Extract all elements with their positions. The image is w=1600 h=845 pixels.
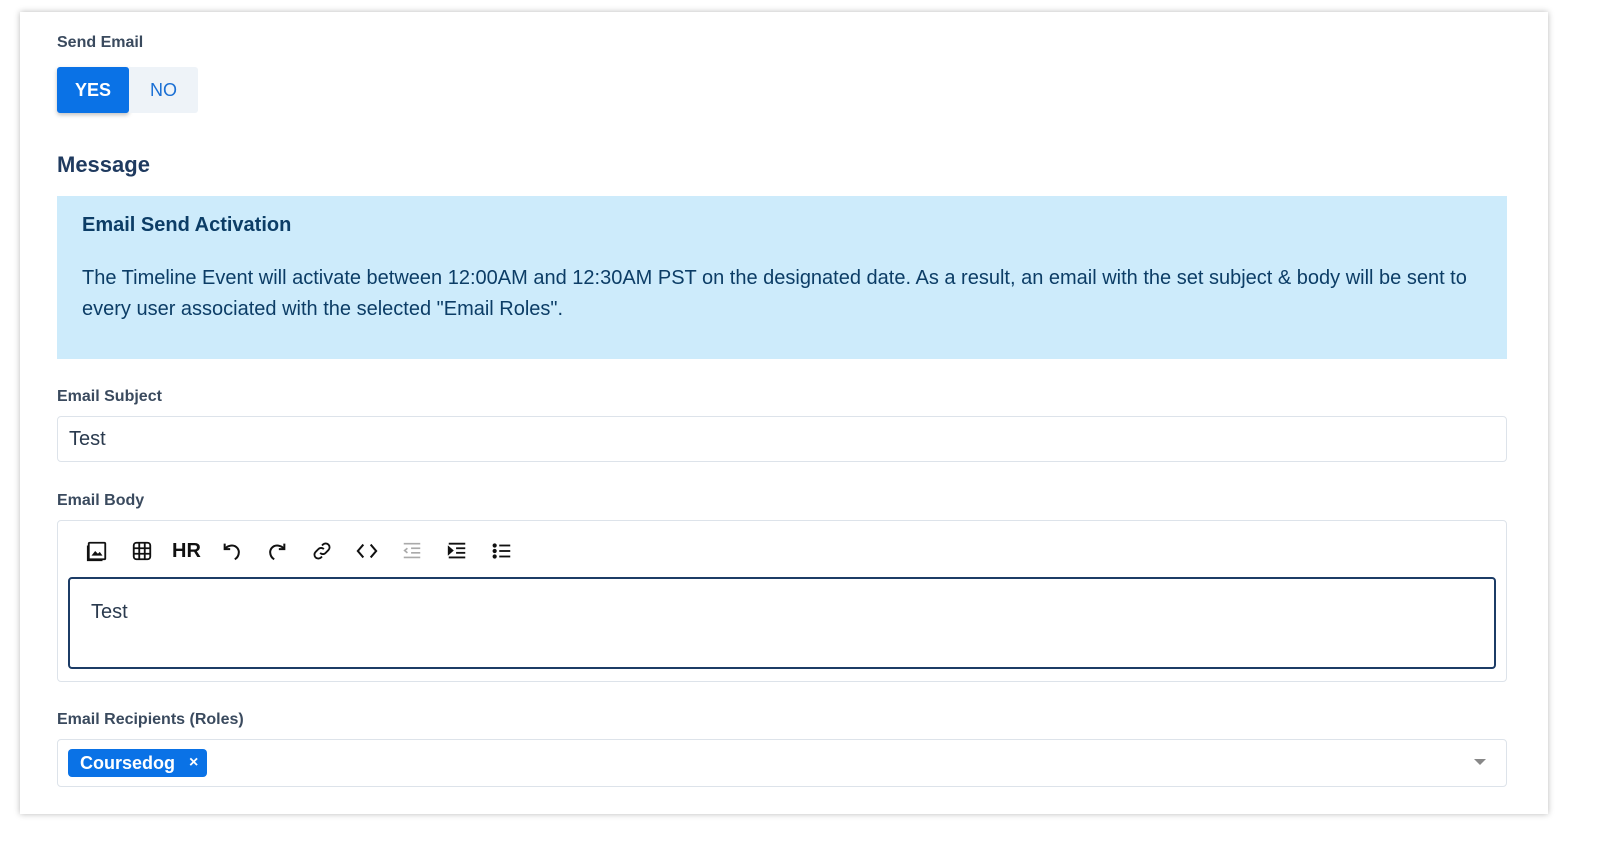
send-email-toggle: YES NO [57,67,198,113]
dropdown-caret-icon[interactable] [1474,759,1486,765]
undo-icon[interactable] [209,537,254,565]
redo-icon[interactable] [254,537,299,565]
alert-title: Email Send Activation [82,214,292,236]
alert-text: The Timeline Event will activate between… [82,267,1467,320]
editor-toolbar: HR [74,537,524,565]
recipient-chip-label: Coursedog [80,752,176,773]
email-recipients-label: Email Recipients (Roles) [57,711,244,728]
email-body-label: Email Body [57,492,145,509]
send-email-yes-button[interactable]: YES [57,67,129,113]
email-recipients-select[interactable]: Coursedog × [57,739,1507,787]
remove-chip-icon[interactable]: × [189,754,198,772]
email-subject-input[interactable]: Test [57,416,1507,462]
email-activation-alert: Email Send Activation The Timeline Event… [57,196,1507,359]
image-icon[interactable] [74,537,119,565]
table-icon[interactable] [119,537,164,565]
send-email-label: Send Email [57,34,144,51]
email-subject-label: Email Subject [57,388,162,405]
outdent-icon[interactable] [389,537,434,565]
email-body-editor: HR Test [57,520,1507,682]
email-settings-card: Send Email YES NO Message Email Send Act… [20,12,1548,814]
send-email-no-button[interactable]: NO [129,67,198,113]
bullet-list-icon[interactable] [479,537,524,565]
link-icon[interactable] [299,537,344,565]
indent-icon[interactable] [434,537,479,565]
email-body-textarea[interactable]: Test [68,577,1496,669]
code-icon[interactable] [344,537,389,565]
recipient-chip: Coursedog × [68,749,208,777]
horizontal-rule-button[interactable]: HR [164,537,209,565]
message-section-title: Message [57,152,150,177]
